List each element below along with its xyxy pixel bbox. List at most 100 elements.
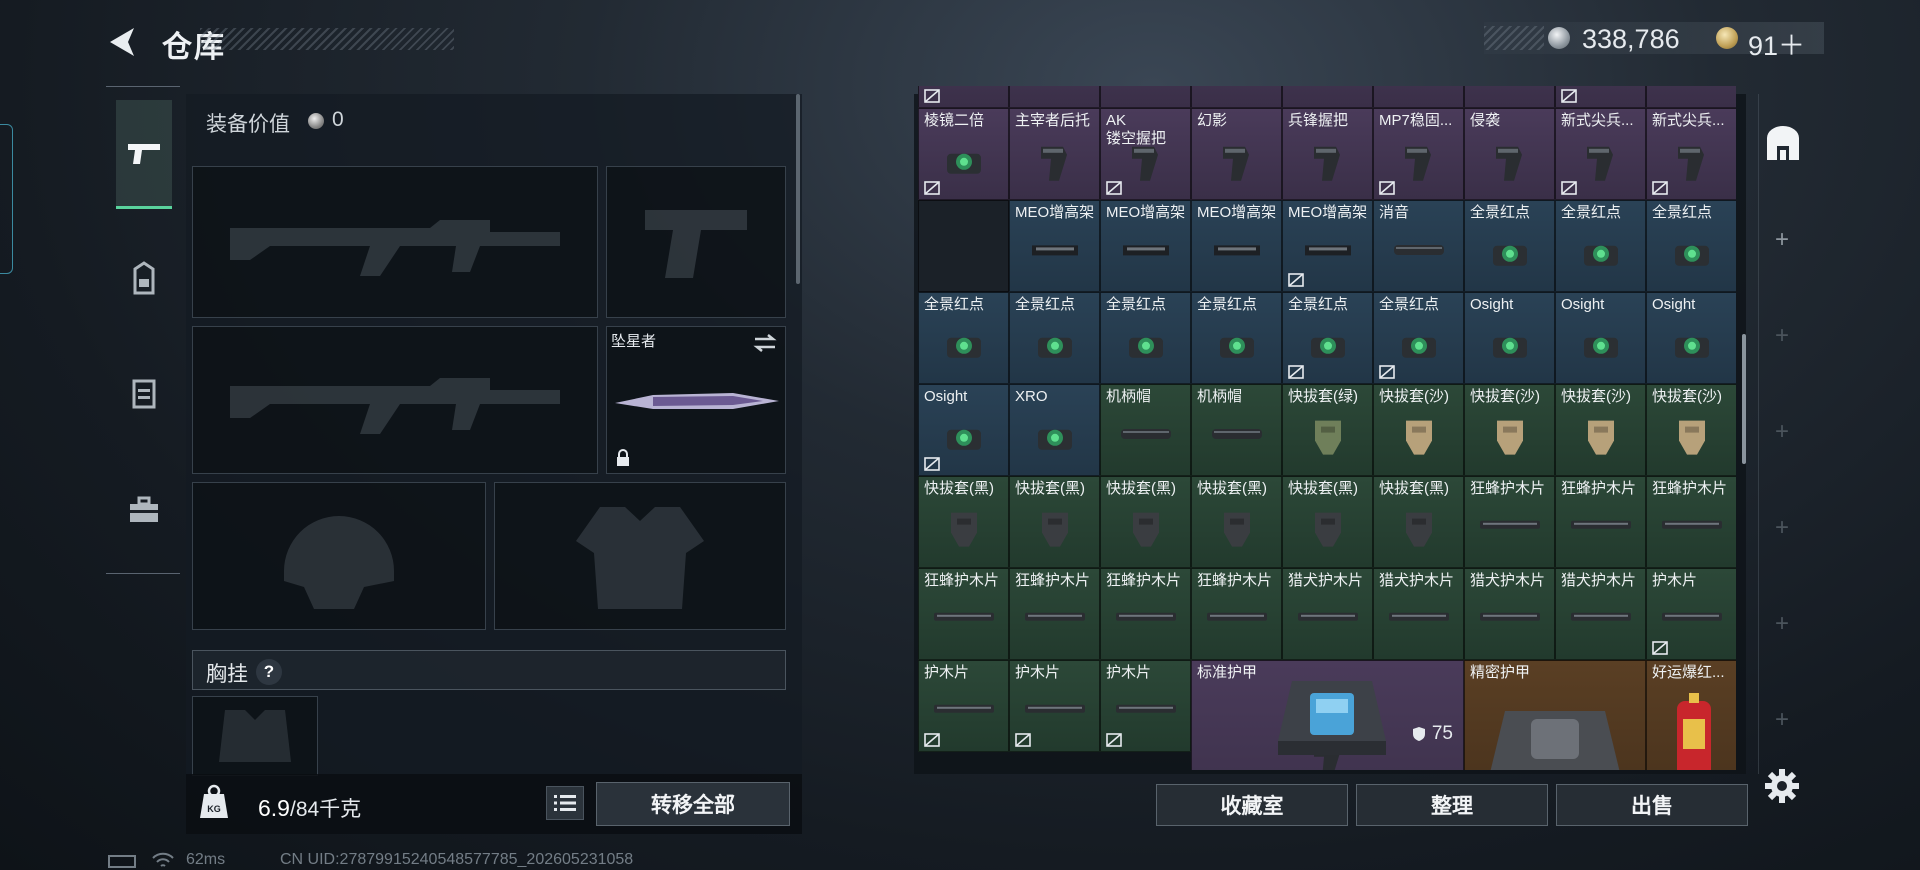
loadout-scrollbar[interactable]: [796, 94, 800, 284]
inventory-item[interactable]: 消音: [1373, 200, 1464, 292]
inventory-item[interactable]: 机柄帽: [1191, 384, 1282, 476]
inventory-item[interactable]: AK 镂空握把: [1100, 108, 1191, 200]
precision-armor-item[interactable]: 精密护甲: [1464, 660, 1646, 770]
add-storage-tab-plus-icon[interactable]: +: [1770, 516, 1794, 540]
inventory-item[interactable]: 狂蜂护木片: [1464, 476, 1555, 568]
swap-icon[interactable]: [753, 333, 777, 353]
inventory-item[interactable]: Osight: [1555, 292, 1646, 384]
inventory-item[interactable]: 全景红点: [1191, 292, 1282, 384]
inventory-item[interactable]: 猎犬护木片: [1464, 568, 1555, 660]
pistol-slot[interactable]: [606, 166, 786, 318]
category-weapons-tab[interactable]: [116, 100, 172, 209]
armor-slot[interactable]: [494, 482, 786, 630]
add-storage-tab-plus-icon[interactable]: +: [1770, 708, 1794, 732]
helmet-slot[interactable]: [192, 482, 486, 630]
transfer-all-button[interactable]: 转移全部: [596, 782, 790, 826]
chest-rig-help-button[interactable]: ?: [256, 659, 282, 685]
inventory-item[interactable]: 猎犬护木片: [1555, 568, 1646, 660]
inventory-item[interactable]: [1555, 86, 1646, 108]
add-storage-tab-plus-icon[interactable]: +: [1770, 228, 1794, 252]
inventory-item[interactable]: 狂蜂护木片: [1646, 476, 1736, 568]
inventory-item[interactable]: MEO增高架: [1191, 200, 1282, 292]
secondary-weapon-slot[interactable]: [192, 326, 598, 474]
inventory-item[interactable]: Osight: [1646, 292, 1736, 384]
inventory-item[interactable]: 新式尖兵...: [1646, 108, 1736, 200]
inventory-item[interactable]: 快拔套(沙): [1373, 384, 1464, 476]
back-arrow-icon[interactable]: [104, 24, 140, 60]
inventory-item[interactable]: MEO增高架: [1100, 200, 1191, 292]
primary-weapon-slot[interactable]: [192, 166, 598, 318]
melee-slot[interactable]: 坠星者: [606, 326, 786, 474]
inventory-item[interactable]: 护木片: [1009, 660, 1100, 752]
inventory-scrollbar[interactable]: [1742, 334, 1746, 464]
inventory-item[interactable]: 快拔套(黑): [1282, 476, 1373, 568]
category-toolbox-tab[interactable]: [116, 482, 172, 538]
inventory-item[interactable]: 快拔套(沙): [1646, 384, 1736, 476]
sell-button[interactable]: 出售: [1556, 784, 1748, 826]
organize-button[interactable]: 整理: [1356, 784, 1548, 826]
inventory-item[interactable]: 棱镜二倍: [918, 108, 1009, 200]
gear-icon[interactable]: [1764, 768, 1800, 804]
inventory-item[interactable]: [1373, 86, 1464, 108]
inventory-item[interactable]: 全景红点: [1282, 292, 1373, 384]
inventory-item[interactable]: 狂蜂护木片: [1009, 568, 1100, 660]
inventory-item[interactable]: [1009, 86, 1100, 108]
inventory-item[interactable]: [1191, 86, 1282, 108]
category-backpack-tab[interactable]: [116, 250, 172, 306]
inventory-item[interactable]: 猎犬护木片: [1282, 568, 1373, 660]
inventory-item[interactable]: 狂蜂护木片: [1100, 568, 1191, 660]
currency-secondary-amount[interactable]: 91＋: [1748, 24, 1805, 63]
inventory-item[interactable]: 全景红点: [1009, 292, 1100, 384]
inventory-item[interactable]: 狂蜂护木片: [918, 568, 1009, 660]
inventory-item[interactable]: 全景红点: [1555, 200, 1646, 292]
standard-armor-item[interactable]: 标准护甲 75: [1191, 660, 1464, 770]
inventory-item[interactable]: 快拔套(黑): [918, 476, 1009, 568]
inventory-item[interactable]: [918, 86, 1009, 108]
inventory-item[interactable]: 主宰者后托: [1009, 108, 1100, 200]
inventory-item[interactable]: MEO增高架: [1282, 200, 1373, 292]
list-view-button[interactable]: [546, 786, 584, 820]
inventory-item[interactable]: 狂蜂护木片: [1555, 476, 1646, 568]
inventory-item[interactable]: 快拔套(绿): [1282, 384, 1373, 476]
inventory-item[interactable]: 护木片: [918, 660, 1009, 752]
inventory-item[interactable]: 幻影: [1191, 108, 1282, 200]
storage-tab-main[interactable]: [1760, 120, 1806, 168]
inventory-item[interactable]: 全景红点: [918, 292, 1009, 384]
inventory-item[interactable]: 快拔套(沙): [1464, 384, 1555, 476]
inventory-item[interactable]: 全景红点: [1100, 292, 1191, 384]
inventory-item[interactable]: MP7稳固...: [1373, 108, 1464, 200]
inventory-item[interactable]: 护木片: [1100, 660, 1191, 752]
category-vest-tab[interactable]: [116, 364, 172, 420]
inventory-item[interactable]: [1646, 86, 1736, 108]
inventory-item[interactable]: 狂蜂护木片: [1191, 568, 1282, 660]
inventory-item[interactable]: 快拔套(黑): [1373, 476, 1464, 568]
inventory-item[interactable]: 全景红点: [1646, 200, 1736, 292]
collection-room-button[interactable]: 收藏室: [1156, 784, 1348, 826]
inventory-item[interactable]: 机柄帽: [1100, 384, 1191, 476]
inventory-item[interactable]: 侵袭: [1464, 108, 1555, 200]
inventory-item[interactable]: [1100, 86, 1191, 108]
inventory-item[interactable]: 快拔套(沙): [1555, 384, 1646, 476]
inventory-item[interactable]: 快拔套(黑): [1191, 476, 1282, 568]
add-storage-tab-plus-icon[interactable]: +: [1770, 612, 1794, 636]
lucky-item[interactable]: 好运爆红...: [1646, 660, 1736, 770]
inventory-item[interactable]: 快拔套(黑): [1100, 476, 1191, 568]
add-storage-tab-plus-icon[interactable]: +: [1770, 420, 1794, 444]
inventory-item[interactable]: XRO: [1009, 384, 1100, 476]
inventory-item[interactable]: [1282, 86, 1373, 108]
chest-rig-slot[interactable]: [192, 696, 318, 776]
inventory-item[interactable]: 新式尖兵...: [1555, 108, 1646, 200]
inventory-item[interactable]: 兵锋握把: [1282, 108, 1373, 200]
inventory-item[interactable]: Osight: [918, 384, 1009, 476]
inventory-item[interactable]: [918, 200, 1009, 292]
inventory-item[interactable]: 猎犬护木片: [1373, 568, 1464, 660]
inventory-item[interactable]: 全景红点: [1464, 200, 1555, 292]
add-storage-tab-plus-icon[interactable]: +: [1770, 324, 1794, 348]
inventory-item[interactable]: [1464, 86, 1555, 108]
inventory-item[interactable]: 全景红点: [1373, 292, 1464, 384]
inventory-item[interactable]: 快拔套(黑): [1009, 476, 1100, 568]
inventory-item[interactable]: Osight: [1464, 292, 1555, 384]
side-drawer-handle[interactable]: [0, 124, 13, 274]
inventory-item[interactable]: 护木片: [1646, 568, 1736, 660]
inventory-item[interactable]: MEO增高架: [1009, 200, 1100, 292]
